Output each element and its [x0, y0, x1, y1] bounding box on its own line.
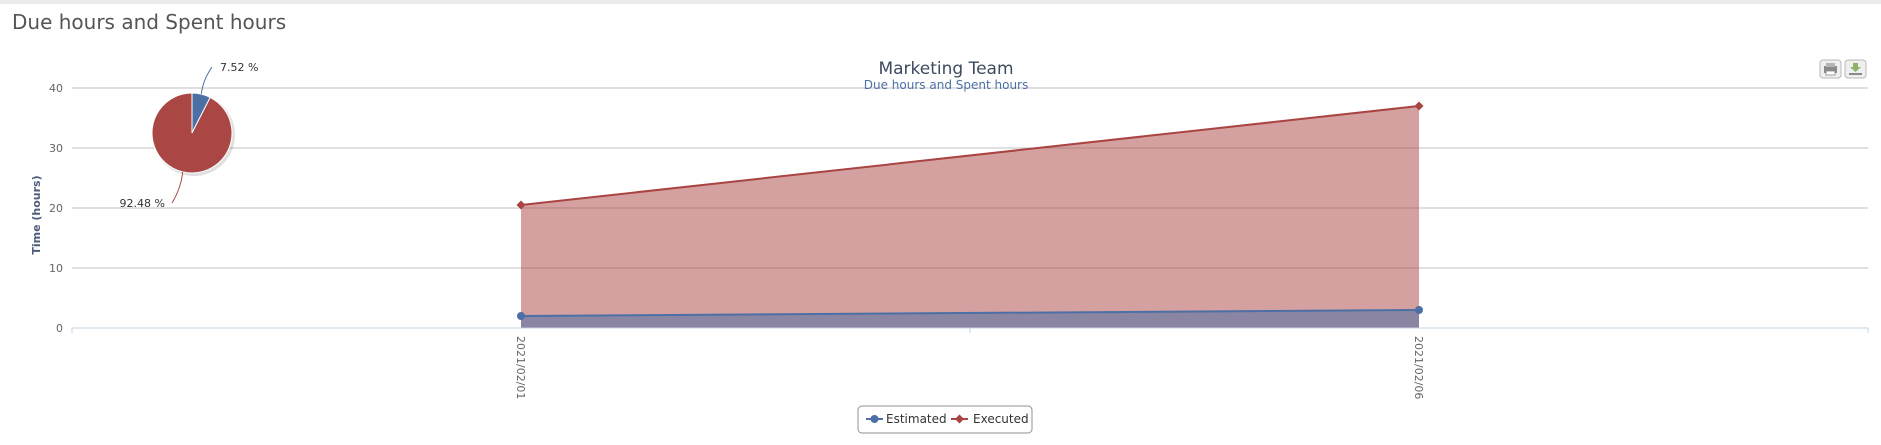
pie-label: 92.48 % [120, 197, 165, 210]
legend-label-executed: Executed [973, 412, 1029, 426]
download-button[interactable] [1844, 59, 1867, 79]
y-axis-title: Time (hours) [30, 175, 43, 254]
pie-chart: 7.52 % 92.48 % [120, 61, 259, 210]
x-tick-label: 2021/02/01 [514, 336, 527, 399]
pie-connector [200, 66, 213, 95]
y-tick-label: 30 [49, 142, 63, 155]
chart-subtitle: Due hours and Spent hours [864, 78, 1028, 92]
print-button[interactable] [1819, 59, 1842, 79]
data-point-estimated[interactable] [517, 312, 525, 320]
legend-label-estimated: Estimated [886, 412, 947, 426]
area-fill-executed [521, 106, 1419, 328]
y-tick-label: 40 [49, 82, 63, 95]
data-point-estimated[interactable] [1415, 306, 1423, 314]
y-tick-label: 20 [49, 202, 63, 215]
pie-connector [171, 171, 184, 204]
legend: Estimated Executed [857, 405, 1033, 434]
area-series [520, 105, 1420, 328]
hours-chart: 0 10 20 30 40 2021/02/01 2021/02/06 Marketing … [30, 59, 1869, 434]
y-tick-label: 0 [56, 322, 63, 335]
pie-label: 7.52 % [220, 61, 258, 74]
y-tick-label: 10 [49, 262, 63, 275]
x-tick-label: 2021/02/06 [1412, 336, 1425, 399]
pie-slice[interactable] [151, 92, 233, 174]
chart-title: Marketing Team [878, 59, 1013, 79]
